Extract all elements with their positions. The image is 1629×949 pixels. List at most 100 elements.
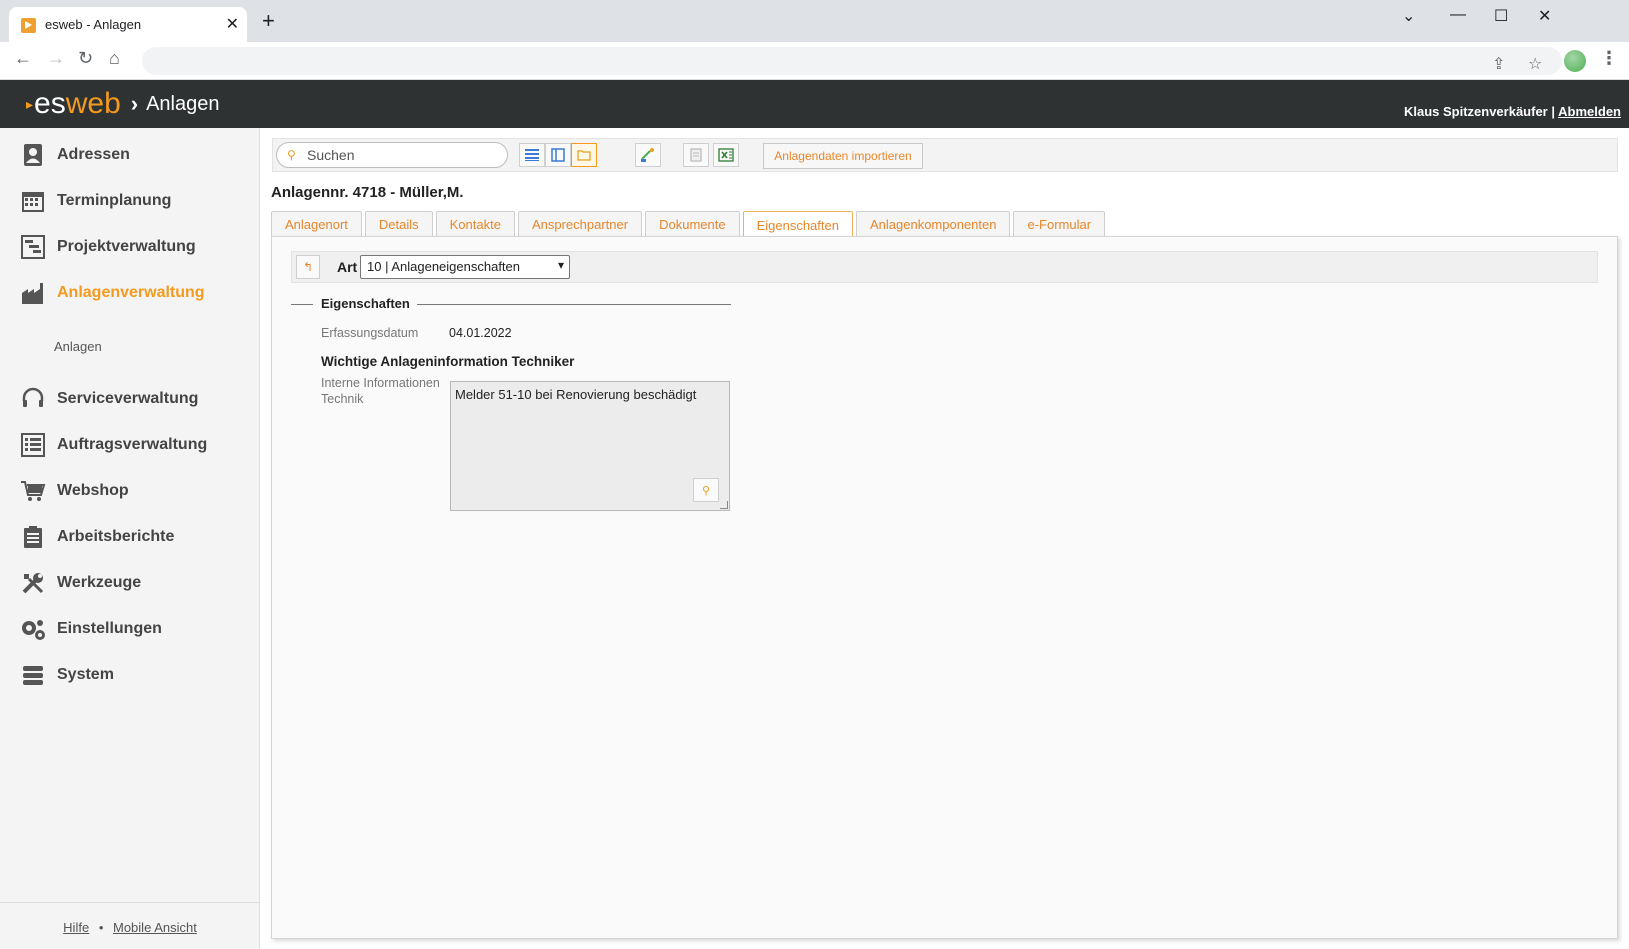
- main-toolbar: ⚲ Suchen Anlagendaten importieren: [272, 138, 1618, 172]
- tab-search-icon[interactable]: ⌄: [1402, 6, 1415, 26]
- sidebar-item-projektverwaltung[interactable]: Projektverwaltung: [20, 232, 196, 262]
- tab-e-formular[interactable]: e-Formular: [1013, 211, 1106, 237]
- interne-info-textarea[interactable]: Melder 51-10 bei Renovierung beschädigt …: [450, 381, 730, 511]
- tab-anlagenkomponenten[interactable]: Anlagenkomponenten: [855, 211, 1011, 237]
- resize-handle[interactable]: [720, 501, 728, 509]
- sidebar-item-label: Arbeitsberichte: [57, 528, 175, 545]
- bookmark-star-icon[interactable]: ☆: [1528, 54, 1542, 74]
- sidebar-item-label: Adressen: [57, 146, 130, 163]
- tab-close-icon[interactable]: ✕: [226, 14, 239, 34]
- properties-panel: ↰ Art 10 | Anlageneigenschaften ▾ Eigens…: [271, 236, 1618, 939]
- headset-icon: [20, 386, 46, 412]
- sidebar-item-terminplanung[interactable]: Terminplanung: [20, 186, 171, 216]
- sidebar-item-auftragsverwaltung[interactable]: Auftragsverwaltung: [20, 430, 207, 460]
- sidebar-item-label: Projektverwaltung: [57, 238, 196, 255]
- tools-icon: [20, 570, 46, 596]
- import-data-button[interactable]: Anlagendaten importieren: [763, 143, 923, 169]
- list-icon: [20, 432, 46, 458]
- section-title: Eigenschaften: [321, 296, 410, 311]
- share-icon[interactable]: ⇪: [1492, 54, 1505, 74]
- logout-link[interactable]: Abmelden: [1558, 104, 1621, 119]
- browser-toolbar: ← → ↻ ⌂ ⇪ ☆ ⋮: [0, 42, 1629, 80]
- sidebar-item-webshop[interactable]: Webshop: [20, 476, 129, 506]
- tab-details[interactable]: Details: [364, 211, 433, 237]
- tab-kontakte[interactable]: Kontakte: [435, 211, 515, 237]
- database-icon: [20, 662, 46, 688]
- reload-icon[interactable]: ↻: [78, 48, 93, 69]
- footer-dot: •: [98, 920, 104, 935]
- excel-icon: [718, 148, 734, 162]
- search-placeholder: Suchen: [307, 147, 355, 163]
- sidebar-item-einstellungen[interactable]: Einstellungen: [20, 614, 162, 644]
- interne-info-label-2: Technik: [321, 392, 364, 406]
- close-window-button[interactable]: ✕: [1538, 6, 1551, 26]
- user-separator: |: [1551, 104, 1556, 119]
- sidebar-item-system[interactable]: System: [20, 660, 114, 690]
- profile-avatar[interactable]: [1564, 50, 1586, 72]
- factory-icon: [20, 280, 46, 306]
- chevron-down-icon: ▾: [557, 258, 564, 272]
- sidebar-item-serviceverwaltung[interactable]: Serviceverwaltung: [20, 384, 198, 414]
- browser-tab[interactable]: esweb - Anlagen ✕: [9, 7, 247, 42]
- split-view-button[interactable]: [545, 143, 571, 167]
- tab-anlagenort[interactable]: Anlagenort: [271, 211, 362, 237]
- sidebar-item-label: Anlagenverwaltung: [57, 284, 205, 301]
- home-icon[interactable]: ⌂: [109, 48, 120, 69]
- tab-dokumente[interactable]: Dokumente: [645, 211, 740, 237]
- app-header: ▸ es web › Anlagen Klaus Spitzenverkäufe…: [0, 80, 1629, 128]
- logo-es: es: [34, 87, 66, 120]
- minimize-button[interactable]: —: [1450, 6, 1466, 24]
- sidebar-item-label: Terminplanung: [57, 192, 172, 209]
- section-legend: Eigenschaften: [291, 295, 741, 313]
- folder-icon: [577, 150, 591, 161]
- sidebar: Adressen Terminplanung Projektverwaltung…: [0, 128, 260, 949]
- detail-view-button[interactable]: [571, 143, 597, 167]
- back-button[interactable]: ↰: [296, 255, 320, 279]
- legend-line-right: [417, 304, 731, 305]
- maximize-button[interactable]: ☐: [1494, 6, 1508, 26]
- sidebar-item-label: Werkzeuge: [57, 574, 142, 591]
- search-input[interactable]: ⚲ Suchen: [276, 142, 508, 168]
- back-icon[interactable]: ←: [14, 48, 32, 69]
- new-tab-button[interactable]: +: [262, 10, 275, 32]
- sidebar-item-werkzeuge[interactable]: Werkzeuge: [20, 568, 141, 598]
- print-button[interactable]: [683, 143, 709, 167]
- art-label: Art: [337, 259, 358, 275]
- erfassungsdatum-value: 04.01.2022: [449, 326, 512, 340]
- list-view-icon: [525, 149, 539, 161]
- help-link[interactable]: Hilfe: [63, 920, 89, 935]
- tab-title: esweb - Anlagen: [45, 17, 142, 32]
- list-view-button[interactable]: [519, 143, 545, 167]
- tab-eigenschaften[interactable]: Eigenschaften: [742, 211, 853, 238]
- sidebar-item-anlagenverwaltung[interactable]: Anlagenverwaltung: [20, 278, 205, 308]
- sidebar-item-arbeitsberichte[interactable]: Arbeitsberichte: [20, 522, 174, 552]
- excel-export-button[interactable]: [713, 143, 739, 167]
- header-page-title: Anlagen: [146, 92, 220, 115]
- clipboard-icon: [20, 524, 46, 550]
- forward-icon[interactable]: →: [47, 48, 65, 69]
- cart-icon: [20, 478, 46, 504]
- interne-info-value: Melder 51-10 bei Renovierung beschädigt: [455, 387, 697, 402]
- browser-menu-icon[interactable]: ⋮: [1600, 48, 1618, 69]
- art-select[interactable]: 10 | Anlageneigenschaften ▾: [360, 255, 570, 279]
- tab-ansprechpartner[interactable]: Ansprechpartner: [517, 211, 643, 237]
- page-title: Anlagennr. 4718 - Müller,M.: [271, 184, 464, 201]
- document-icon: [690, 148, 702, 162]
- mobile-view-link[interactable]: Mobile Ansicht: [113, 920, 197, 935]
- user-name: Klaus Spitzenverkäufer: [1403, 104, 1548, 119]
- split-view-icon: [551, 148, 565, 162]
- interne-info-label: Interne Informationen: [321, 376, 440, 390]
- sidebar-subitem-anlagen[interactable]: Anlagen: [54, 339, 102, 354]
- art-selected-value: 10 | Anlageneigenschaften: [367, 259, 521, 274]
- breadcrumb-separator-icon: ›: [130, 91, 139, 116]
- gears-icon: [20, 616, 46, 642]
- sidebar-item-label: Einstellungen: [57, 620, 162, 637]
- sidebar-item-label: Webshop: [57, 482, 129, 499]
- map-edit-button[interactable]: [635, 143, 661, 167]
- textarea-zoom-button[interactable]: ⚲: [693, 478, 719, 502]
- sidebar-item-adressen[interactable]: Adressen: [20, 140, 130, 170]
- esweb-logo[interactable]: ▸ es web › Anlagen: [26, 86, 220, 122]
- search-icon: ⚲: [287, 148, 296, 162]
- address-bar[interactable]: ⇪ ☆: [142, 47, 1562, 75]
- calendar-icon: [20, 188, 46, 214]
